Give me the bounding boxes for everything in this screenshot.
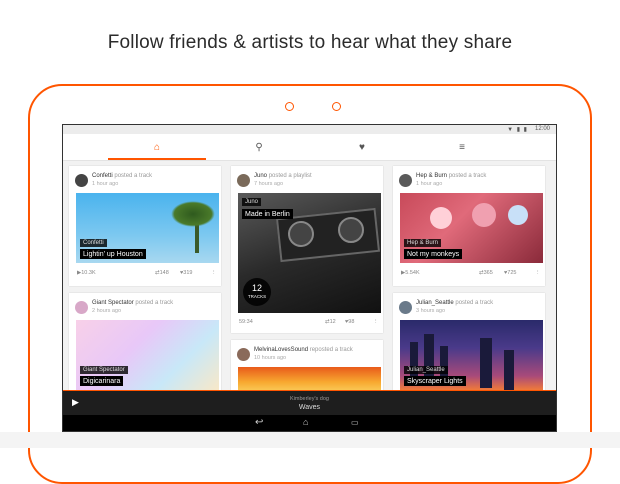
- artwork-user-label: Giant Spectator: [80, 366, 128, 374]
- mini-player[interactable]: ▶ Kimberley's dog Waves: [63, 390, 556, 416]
- card-user[interactable]: Giant Spectator: [92, 300, 134, 306]
- artwork-user-label: Julian_Seattle: [404, 366, 448, 374]
- avatar[interactable]: [237, 174, 250, 187]
- card-user[interactable]: Julian_Seattle: [416, 300, 454, 306]
- card-time: 7 hours ago: [254, 181, 284, 187]
- player-title: Waves: [298, 404, 321, 411]
- repost-button[interactable]: ⇄ 365: [479, 270, 493, 276]
- stream-card[interactable]: Giant Spectator posted a track 2 hours a…: [69, 293, 221, 393]
- avatar[interactable]: [75, 301, 88, 314]
- card-user[interactable]: Juno: [254, 173, 267, 179]
- home-button-icon[interactable]: ⌂: [303, 417, 308, 427]
- palm-leaves: [171, 201, 215, 227]
- card-time: 2 hours ago: [92, 308, 122, 314]
- more-icon[interactable]: ⋮: [373, 319, 379, 325]
- menu-icon: ≡: [459, 141, 465, 153]
- like-button[interactable]: ♥ 98: [345, 319, 354, 325]
- card-stats: ▶ 10.3K ⇄ 148 ♥ 319 ⋮: [77, 270, 217, 280]
- stream-card[interactable]: Julian_Seattle posted a track 3 hours ag…: [393, 293, 545, 393]
- card-verb: posted a track: [135, 300, 174, 306]
- camera-dot-icon: [332, 102, 341, 111]
- more-icon[interactable]: ⋮: [211, 270, 217, 276]
- status-icons: ▼ ▮ ▮: [507, 127, 528, 133]
- artwork-image[interactable]: Hep & Burn Not my monkeys: [400, 193, 543, 263]
- stream-card[interactable]: Juno posted a playlist 7 hours ago Juno …: [231, 166, 383, 333]
- card-user[interactable]: MelvinaLovesSound: [254, 347, 308, 353]
- card-time: 1 hour ago: [92, 181, 119, 187]
- card-time: 10 hours ago: [254, 355, 287, 361]
- avatar[interactable]: [399, 301, 412, 314]
- heart-icon: ♥: [359, 141, 365, 153]
- repost-button[interactable]: ⇄ 12: [325, 319, 336, 325]
- tab-search[interactable]: ⚲: [210, 134, 308, 160]
- recents-icon[interactable]: ▭: [351, 418, 359, 427]
- card-time: 1 hour ago: [416, 181, 443, 187]
- card-verb: posted a playlist: [268, 173, 312, 179]
- stream-card[interactable]: Hep & Burn posted a track 1 hour ago Hep…: [393, 166, 545, 286]
- artwork-user-label: Confetti: [80, 239, 107, 247]
- card-user[interactable]: Hep & Burn: [416, 173, 447, 179]
- tab-menu[interactable]: ≡: [413, 134, 511, 160]
- status-time: 12:00: [534, 126, 550, 132]
- balloon: [430, 207, 452, 229]
- artwork-image[interactable]: Julian_Seattle Skyscraper Lights: [400, 320, 543, 390]
- artwork-title-label: Made in Berlin: [242, 209, 293, 219]
- avatar[interactable]: [75, 174, 88, 187]
- tab-likes[interactable]: ♥: [313, 134, 411, 160]
- play-count: ▶ 10.3K: [77, 270, 96, 276]
- balloon: [508, 205, 528, 225]
- balloon: [472, 203, 496, 227]
- system-nav-bar: ↩ ⌂ ▭: [63, 415, 556, 431]
- skyscraper: [504, 350, 514, 390]
- repost-button[interactable]: ⇄ 148: [155, 270, 169, 276]
- artwork-image[interactable]: Juno Made in Berlin 12 TRACKS: [238, 193, 381, 313]
- tab-bar: ⌂ ⚲ ♥ ≡: [63, 134, 556, 161]
- bottom-band: [0, 432, 620, 448]
- more-icon[interactable]: ⋮: [535, 270, 541, 276]
- avatar[interactable]: [237, 348, 250, 361]
- card-stats: ▶ 5.54K ⇄ 365 ♥ 725 ⋮: [401, 270, 541, 280]
- artwork-image[interactable]: Confetti Lightin' up Houston: [76, 193, 219, 263]
- camera-dot-icon: [285, 102, 294, 111]
- artwork-image[interactable]: Giant Spectator Digicarinara: [76, 320, 219, 390]
- artwork-title-label: Skyscraper Lights: [404, 376, 466, 386]
- card-verb: reposted a track: [309, 347, 353, 353]
- card-stats: 59:34 ⇄ 12 ♥ 98 ⋮: [239, 319, 379, 329]
- play-count: ▶ 5.54K: [401, 270, 420, 276]
- card-time: 3 hours ago: [416, 308, 446, 314]
- tab-home[interactable]: ⌂: [108, 134, 206, 160]
- avatar[interactable]: [399, 174, 412, 187]
- stream-card[interactable]: Confetti posted a track 1 hour ago Confe…: [69, 166, 221, 286]
- card-verb: posted a track: [448, 173, 487, 179]
- artwork-title-label: Not my monkeys: [404, 249, 463, 259]
- back-icon[interactable]: ↩: [255, 417, 263, 428]
- artwork-title-label: Lightin' up Houston: [80, 249, 146, 259]
- card-verb: posted a track: [455, 300, 494, 306]
- playlist-duration: 59:34: [239, 319, 253, 325]
- artwork-title-label: Digicarinara: [80, 376, 124, 386]
- skyscraper: [480, 338, 492, 388]
- status-bar: ▼ ▮ ▮ 12:00: [63, 125, 556, 134]
- like-button[interactable]: ♥ 319: [180, 270, 192, 276]
- artwork-user-label: Hep & Burn: [404, 239, 442, 247]
- card-verb: posted a track: [114, 173, 153, 179]
- page-headline: Follow friends & artists to hear what th…: [107, 32, 513, 53]
- player-artist: Kimberley's dog: [290, 396, 329, 402]
- like-button[interactable]: ♥ 725: [504, 270, 516, 276]
- home-icon: ⌂: [153, 141, 161, 153]
- card-user[interactable]: Confetti: [92, 173, 113, 179]
- artwork-user-label: Juno: [242, 198, 262, 206]
- track-count-badge: 12 TRACKS: [243, 278, 271, 306]
- speaker: [338, 217, 364, 243]
- search-icon: ⚲: [255, 141, 263, 153]
- app-screen: ▼ ▮ ▮ 12:00 ⌂ ⚲ ♥ ≡ Confetti posted a tr…: [62, 124, 557, 432]
